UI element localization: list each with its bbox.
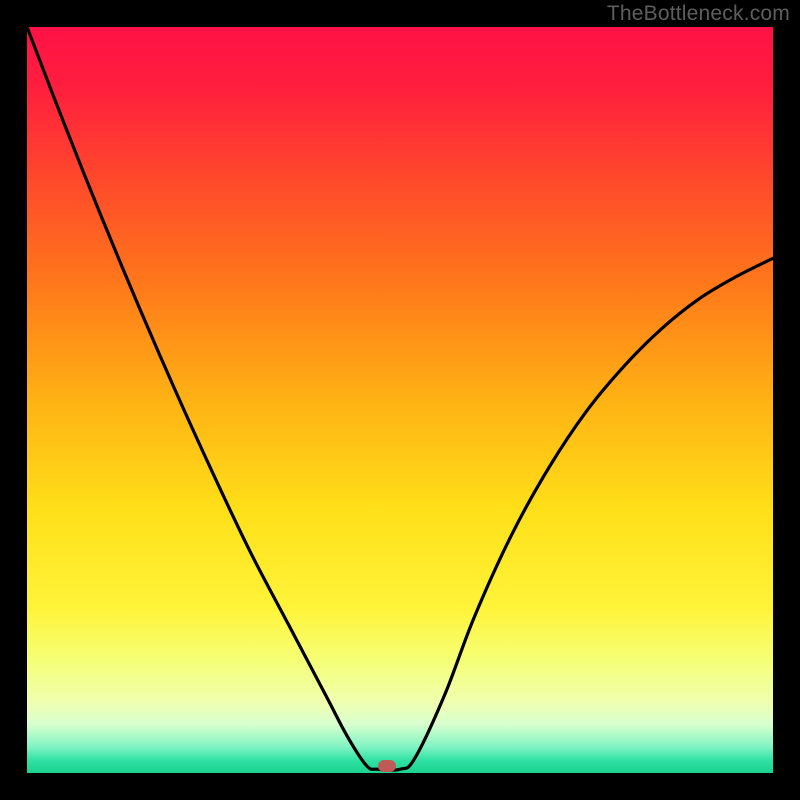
plot-svg <box>27 27 773 773</box>
plot-area <box>27 27 773 773</box>
chart-frame: TheBottleneck.com <box>0 0 800 800</box>
watermark-text: TheBottleneck.com <box>607 2 790 26</box>
gradient-background <box>27 27 773 773</box>
sweet-spot-marker <box>378 760 396 772</box>
